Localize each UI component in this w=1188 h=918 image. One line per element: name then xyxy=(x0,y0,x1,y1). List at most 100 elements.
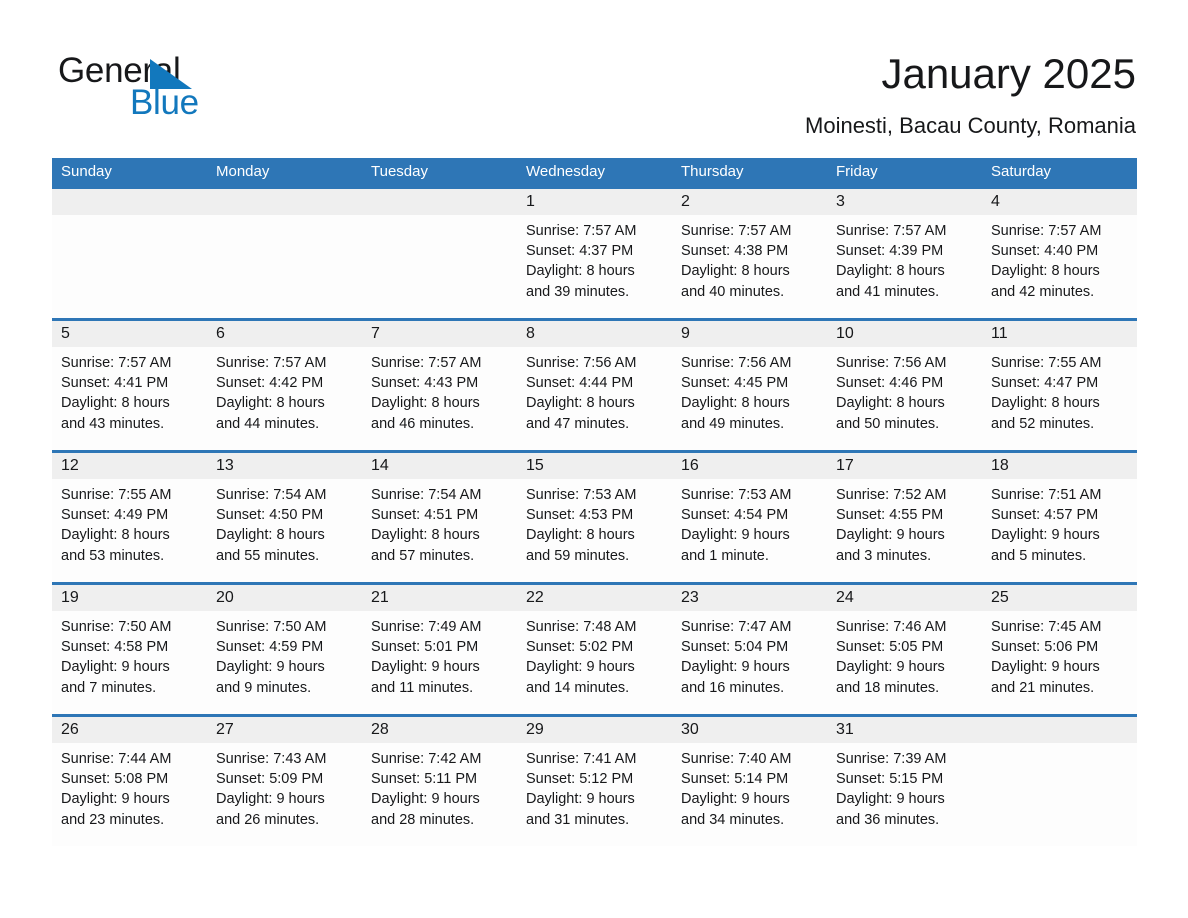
page-header: General Blue January 2025 Moinesti, Baca… xyxy=(0,0,1188,150)
daylight-line-1: Daylight: 8 hours xyxy=(836,263,945,280)
day-cell: Sunrise: 7:52 AM Sunset: 4:55 PM Dayligh… xyxy=(827,479,982,582)
daylight-line-1: Daylight: 8 hours xyxy=(991,395,1100,412)
daylight-line-2: and 28 minutes. xyxy=(371,811,475,828)
daylight-line-2: and 7 minutes. xyxy=(61,679,157,696)
sunrise-line: Sunrise: 7:57 AM xyxy=(526,223,637,239)
day-number: 4 xyxy=(991,193,1000,210)
daylight-line-1: Daylight: 9 hours xyxy=(526,659,635,676)
daylight-line-2: and 44 minutes. xyxy=(216,415,320,432)
daylight-line-1: Daylight: 8 hours xyxy=(526,263,635,280)
calendar-grid: Sunday Monday Tuesday Wednesday Thursday… xyxy=(52,158,1137,846)
daylight-line-1: Daylight: 8 hours xyxy=(216,395,325,412)
day-cell: Sunrise: 7:41 AM Sunset: 5:12 PM Dayligh… xyxy=(517,743,672,846)
weekday-header-sunday: Sunday xyxy=(61,163,112,180)
day-number: 3 xyxy=(836,193,845,210)
day-number: 14 xyxy=(371,457,389,474)
sunset-line: Sunset: 4:45 PM xyxy=(681,375,789,392)
day-number: 17 xyxy=(836,457,854,474)
daylight-line-1: Daylight: 9 hours xyxy=(836,659,945,676)
sunrise-line: Sunrise: 7:57 AM xyxy=(836,223,947,239)
sunset-line: Sunset: 4:51 PM xyxy=(371,507,479,524)
weekday-header-monday: Monday xyxy=(216,163,270,180)
daylight-line-2: and 39 minutes. xyxy=(526,283,630,300)
day-cell: Sunrise: 7:48 AM Sunset: 5:02 PM Dayligh… xyxy=(517,611,672,714)
sunset-line: Sunset: 4:44 PM xyxy=(526,375,634,392)
sunset-line: Sunset: 4:53 PM xyxy=(526,507,634,524)
day-number: 23 xyxy=(681,589,699,606)
day-number: 26 xyxy=(61,721,79,738)
sunset-line: Sunset: 4:57 PM xyxy=(991,507,1099,524)
day-cell: Sunrise: 7:57 AM Sunset: 4:39 PM Dayligh… xyxy=(827,215,982,318)
day-number: 12 xyxy=(61,457,79,474)
daylight-line-2: and 9 minutes. xyxy=(216,679,312,696)
daylight-line-1: Daylight: 8 hours xyxy=(61,527,170,544)
day-number: 22 xyxy=(526,589,544,606)
daylight-line-2: and 34 minutes. xyxy=(681,811,785,828)
location-subtitle: Moinesti, Bacau County, Romania xyxy=(805,113,1136,138)
sunset-line: Sunset: 4:47 PM xyxy=(991,375,1099,392)
daylight-line-2: and 43 minutes. xyxy=(61,415,165,432)
daylight-line-2: and 59 minutes. xyxy=(526,547,630,564)
sunrise-line: Sunrise: 7:44 AM xyxy=(61,751,172,767)
sunset-line: Sunset: 4:42 PM xyxy=(216,375,324,392)
daylight-line-1: Daylight: 9 hours xyxy=(216,791,325,808)
daylight-line-2: and 23 minutes. xyxy=(61,811,165,828)
daylight-line-1: Daylight: 9 hours xyxy=(61,659,170,676)
day-cell: Sunrise: 7:57 AM Sunset: 4:42 PM Dayligh… xyxy=(207,347,362,450)
day-number: 13 xyxy=(216,457,234,474)
sunset-line: Sunset: 4:49 PM xyxy=(61,507,169,524)
day-cell: Sunrise: 7:57 AM Sunset: 4:41 PM Dayligh… xyxy=(52,347,207,450)
daylight-line-2: and 18 minutes. xyxy=(836,679,940,696)
day-cell: Sunrise: 7:43 AM Sunset: 5:09 PM Dayligh… xyxy=(207,743,362,846)
week-daynumber-band: 5 6 7 8 9 10 11 xyxy=(52,321,1137,347)
day-number: 20 xyxy=(216,589,234,606)
daylight-line-1: Daylight: 9 hours xyxy=(681,659,790,676)
sunset-line: Sunset: 4:43 PM xyxy=(371,375,479,392)
sunrise-line: Sunrise: 7:56 AM xyxy=(836,355,947,371)
day-cell: Sunrise: 7:56 AM Sunset: 4:44 PM Dayligh… xyxy=(517,347,672,450)
daylight-line-1: Daylight: 8 hours xyxy=(991,263,1100,280)
sunset-line: Sunset: 5:12 PM xyxy=(526,771,634,788)
daylight-line-1: Daylight: 9 hours xyxy=(371,791,480,808)
sunrise-line: Sunrise: 7:50 AM xyxy=(216,619,327,635)
daylight-line-2: and 21 minutes. xyxy=(991,679,1095,696)
sunrise-line: Sunrise: 7:49 AM xyxy=(371,619,482,635)
day-number: 27 xyxy=(216,721,234,738)
daylight-line-2: and 41 minutes. xyxy=(836,283,940,300)
sunrise-line: Sunrise: 7:55 AM xyxy=(991,355,1102,371)
sunrise-line: Sunrise: 7:43 AM xyxy=(216,751,327,767)
day-cell: Sunrise: 7:44 AM Sunset: 5:08 PM Dayligh… xyxy=(52,743,207,846)
day-number: 30 xyxy=(681,721,699,738)
sunrise-line: Sunrise: 7:52 AM xyxy=(836,487,947,503)
sunrise-line: Sunrise: 7:53 AM xyxy=(681,487,792,503)
sunset-line: Sunset: 4:58 PM xyxy=(61,639,169,656)
page-title: January 2025 xyxy=(881,50,1136,97)
day-number: 1 xyxy=(526,193,535,210)
day-cell: Sunrise: 7:50 AM Sunset: 4:59 PM Dayligh… xyxy=(207,611,362,714)
day-number xyxy=(52,189,207,215)
daylight-line-2: and 26 minutes. xyxy=(216,811,320,828)
day-cell: Sunrise: 7:51 AM Sunset: 4:57 PM Dayligh… xyxy=(982,479,1137,582)
day-number: 31 xyxy=(836,721,854,738)
weekday-header-row: Sunday Monday Tuesday Wednesday Thursday… xyxy=(52,158,1137,186)
daylight-line-1: Daylight: 8 hours xyxy=(526,395,635,412)
day-number: 18 xyxy=(991,457,1009,474)
sunset-line: Sunset: 5:09 PM xyxy=(216,771,324,788)
sunrise-line: Sunrise: 7:57 AM xyxy=(61,355,172,371)
day-cell: Sunrise: 7:47 AM Sunset: 5:04 PM Dayligh… xyxy=(672,611,827,714)
logo-text-blue: Blue xyxy=(130,83,199,122)
sunset-line: Sunset: 4:50 PM xyxy=(216,507,324,524)
sunrise-line: Sunrise: 7:53 AM xyxy=(526,487,637,503)
sunrise-line: Sunrise: 7:46 AM xyxy=(836,619,947,635)
sunrise-line: Sunrise: 7:56 AM xyxy=(681,355,792,371)
day-cell: Sunrise: 7:56 AM Sunset: 4:45 PM Dayligh… xyxy=(672,347,827,450)
sunset-line: Sunset: 5:08 PM xyxy=(61,771,169,788)
daylight-line-2: and 52 minutes. xyxy=(991,415,1095,432)
day-number: 19 xyxy=(61,589,79,606)
day-cell: Sunrise: 7:53 AM Sunset: 4:54 PM Dayligh… xyxy=(672,479,827,582)
sunrise-line: Sunrise: 7:57 AM xyxy=(216,355,327,371)
calendar-week-row: 12 13 14 15 16 17 18 Sunrise: 7:55 AM Su… xyxy=(52,450,1137,582)
daylight-line-2: and 11 minutes. xyxy=(371,679,474,696)
day-cell xyxy=(982,743,1137,846)
daylight-line-1: Daylight: 9 hours xyxy=(681,527,790,544)
